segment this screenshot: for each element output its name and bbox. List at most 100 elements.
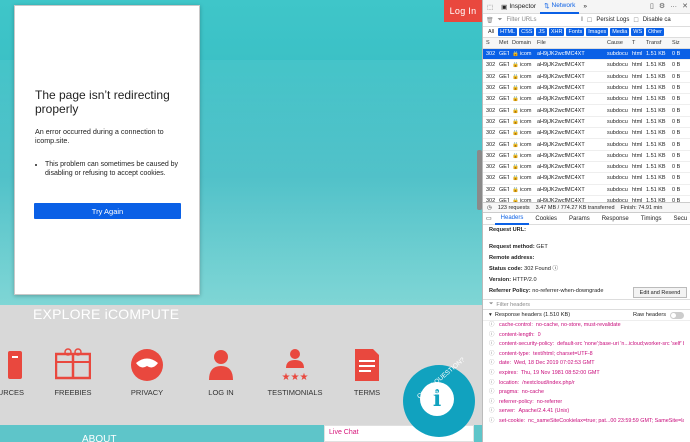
cell-method: GET <box>499 51 509 58</box>
help-icon[interactable]: ⓘ <box>489 398 499 408</box>
type-filter-css[interactable]: CSS <box>519 28 535 36</box>
more-tabs-icon[interactable]: » <box>579 0 591 14</box>
settings-icon[interactable]: ⚙ <box>659 2 665 10</box>
response-header-row[interactable]: ⓘ server: Apache/2.4.41 (Unix) <box>483 407 690 417</box>
help-icon[interactable]: ⓘ <box>489 331 499 341</box>
help-icon[interactable]: ⓘ <box>489 340 499 350</box>
pick-element-icon[interactable]: ⬚ <box>483 0 497 14</box>
response-header-row[interactable]: ⓘ pragma: no-cache <box>483 388 690 398</box>
trash-icon[interactable]: 🗑 <box>486 17 494 24</box>
response-header-row[interactable]: ⓘ content-security-policy: default-src 'no… <box>483 340 690 350</box>
table-row[interactable]: 302GET🔒icom aH9jJK2wcfMC4XT subdocu html1.5… <box>483 83 690 95</box>
type-filter-html[interactable]: HTML <box>498 28 518 36</box>
dock-icon[interactable]: ▯ <box>650 2 654 10</box>
filter-urls-input[interactable]: Filter URLs <box>506 17 576 23</box>
response-header-row[interactable]: ⓘ content-length: 0 <box>483 331 690 341</box>
remote-address-row: Remote address: <box>483 253 690 264</box>
tab-timings[interactable]: Timings <box>635 213 668 225</box>
more-icon[interactable]: … <box>670 2 677 10</box>
nav-testimonials[interactable]: ★★★ TESTIMONIALS <box>265 348 325 397</box>
tab-cookies[interactable]: Cookies <box>529 213 563 225</box>
type-filter-media[interactable]: Media <box>610 28 630 36</box>
col-domain[interactable]: Domain <box>509 40 534 46</box>
type-filter-js[interactable]: JS <box>536 28 547 36</box>
table-row[interactable]: 302GET🔒icom aH9jJK2wcfMC4XT subdocu html1.5… <box>483 94 690 106</box>
table-row[interactable]: 302GET🔒icom aH9jJK2wcfMC4XT subdocu html1.5… <box>483 60 690 72</box>
cell-method: GET <box>499 96 509 103</box>
table-row[interactable]: 302GET🔒icom aH9jJK2wcfMC4XT subdocu html1.5… <box>483 49 690 61</box>
filter-headers-input[interactable]: ⏷ Filter headers <box>483 299 690 310</box>
col-transferred[interactable]: Transf <box>643 40 669 46</box>
table-row[interactable]: 302GET🔒icom aH9jJK2wcfMC4XT subdocu html1.5… <box>483 128 690 140</box>
table-row[interactable]: 302GET🔒icom aH9jJK2wcfMC4XT subdocu html1.5… <box>483 162 690 174</box>
response-header-row[interactable]: ⓘ referrer-policy: no-referrer <box>483 398 690 408</box>
table-row[interactable]: 302GET🔒icom aH9jJK2wcfMC4XT subdocu html1.5… <box>483 117 690 129</box>
table-row[interactable]: 302GET🔒icom aH9jJK2wcfMC4XT subdocu html1.5… <box>483 139 690 151</box>
header-name: pragma: <box>499 389 519 396</box>
login-button[interactable]: Log In <box>444 0 482 22</box>
panel-toggle-icon[interactable]: ▭ <box>483 213 495 225</box>
request-method-label: Request method: <box>489 244 535 250</box>
response-header-row[interactable]: ⓘ expires: Thu, 19 Nov 1981 08:52:00 GMT <box>483 369 690 379</box>
type-filter-images[interactable]: Images <box>586 28 609 36</box>
try-again-button[interactable]: Try Again <box>34 203 181 219</box>
response-header-row[interactable]: ⓘ location:/nextcloud/index.php/r <box>483 379 690 389</box>
response-header-row[interactable]: ⓘ cache-control: no-cache, no-store, must-… <box>483 321 690 331</box>
pause-icon[interactable]: ‖ <box>580 17 582 23</box>
type-filter-xhr[interactable]: XHR <box>548 28 565 36</box>
help-icon[interactable]: ⓘ <box>489 417 499 427</box>
help-icon[interactable]: ⓘ <box>489 359 499 369</box>
version-label: Version: <box>489 277 512 283</box>
help-icon[interactable]: ⓘ <box>489 407 499 417</box>
help-icon[interactable]: ⓘ <box>489 388 499 398</box>
cell-method: GET <box>499 141 509 148</box>
col-cause[interactable]: Cause <box>604 40 629 46</box>
col-method[interactable]: Met <box>496 40 509 46</box>
edit-resend-button[interactable]: Edit and Resend <box>633 287 687 298</box>
type-filter-other[interactable]: Other <box>646 28 664 36</box>
response-header-row[interactable]: ⓘ date: Wed, 18 Dec 2019 07:02:53 GMT <box>483 359 690 369</box>
table-row[interactable]: 302GET🔒icom aH9jJK2wcfMC4XT subdocu html1.5… <box>483 72 690 83</box>
col-status[interactable]: S <box>483 40 496 46</box>
response-header-row[interactable]: ⓘ content-type: text/html; charset=UTF-8 <box>483 350 690 360</box>
raw-headers-toggle[interactable] <box>670 312 684 319</box>
nav-label: LOG IN <box>208 388 234 397</box>
close-icon[interactable]: ✕ <box>682 2 688 10</box>
network-summary-bar: ◷ 123 requests 3.47 MB / 774.27 KB trans… <box>483 202 690 213</box>
table-row[interactable]: 302GET🔒icom aH9jJK2wcfMC4XT subdocu html1.5… <box>483 173 690 185</box>
persist-logs-checkbox[interactable]: ☐ <box>587 17 592 24</box>
help-icon[interactable]: ⓘ <box>489 321 499 331</box>
type-filter-all[interactable]: All <box>486 28 496 36</box>
error-panel: The page isn’t redirecting properly An e… <box>14 5 200 295</box>
table-row[interactable]: 302GET🔒icom aH9jJK2wcfMC4XT subdocu html1.5… <box>483 151 690 162</box>
tab-network[interactable]: ⇅ Network <box>540 0 580 14</box>
col-type[interactable]: T <box>629 40 643 46</box>
help-icon[interactable]: ⓘ <box>489 350 499 360</box>
response-headers-section[interactable]: ▾ Response headers (1.510 KB) Raw header… <box>483 310 690 321</box>
col-size[interactable]: Siz <box>669 40 685 46</box>
table-row[interactable]: 302GET🔒icom aH9jJK2wcfMC4XT subdocu html1.5… <box>483 196 690 202</box>
tab-params[interactable]: Params <box>563 213 596 225</box>
help-icon[interactable]: ⓘ <box>552 266 558 272</box>
tab-security[interactable]: Secu <box>668 213 690 225</box>
nav-resources[interactable]: OURCES <box>0 348 38 397</box>
tab-headers[interactable]: Headers <box>494 213 530 225</box>
cell-cause: subdocu <box>607 107 628 114</box>
cell-method: GET <box>499 198 509 202</box>
table-row[interactable]: 302GET🔒icom aH9jJK2wcfMC4XT subdocu html1.5… <box>483 185 690 196</box>
nav-privacy[interactable]: PRIVACY <box>117 348 177 397</box>
help-icon[interactable]: ⓘ <box>489 369 499 379</box>
table-row[interactable]: 302GET🔒icom aH9jJK2wcfMC4XT subdocu html1.5… <box>483 105 690 117</box>
nav-freebies[interactable]: FREEBIES <box>43 348 103 397</box>
nav-login[interactable]: LOG IN <box>191 348 251 397</box>
help-icon[interactable]: ⓘ <box>489 379 499 389</box>
status-code-row: Status code: 302 Found ⓘ <box>483 264 690 275</box>
response-header-row[interactable]: ⓘ set-cookie: nc_sameSiteCookielax=true; p… <box>483 417 690 427</box>
type-filter-fonts[interactable]: Fonts <box>566 28 585 36</box>
tab-inspector[interactable]: ▣ Inspector <box>497 0 540 14</box>
type-filter-ws[interactable]: WS <box>631 28 645 36</box>
disable-cache-checkbox[interactable]: ☐ <box>633 17 638 24</box>
nav-terms[interactable]: TERMS <box>337 348 397 397</box>
tab-response[interactable]: Response <box>596 213 635 225</box>
col-file[interactable]: File <box>534 40 604 46</box>
